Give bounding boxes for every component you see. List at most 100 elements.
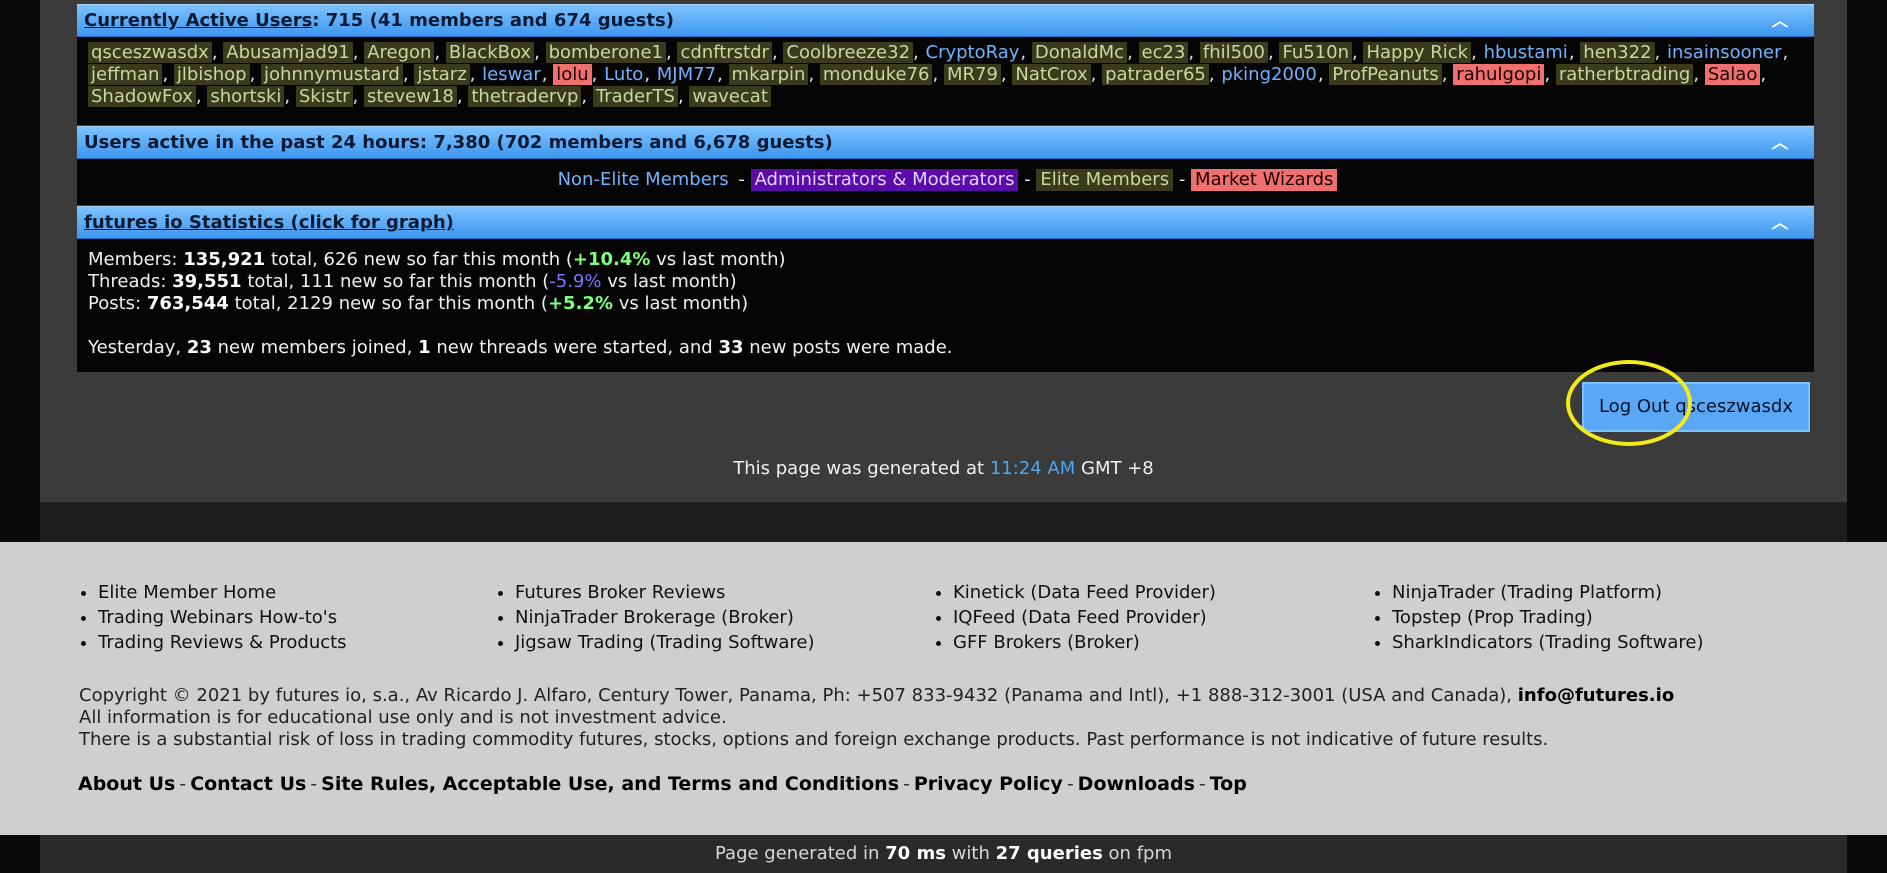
footer-link[interactable]: Trading Reviews & Products	[98, 630, 347, 655]
page-generation-bar: Page generated in 70 ms with 27 queries …	[40, 835, 1847, 873]
link-separator: -	[179, 773, 187, 795]
footer-link[interactable]: NinjaTrader (Trading Platform)	[1392, 580, 1703, 605]
footer-link[interactable]: Kinetick (Data Feed Provider)	[953, 580, 1216, 605]
footer-bottom-link[interactable]: About Us	[78, 773, 175, 795]
user-link[interactable]: wavecat	[689, 86, 771, 107]
user-separator: ,	[402, 64, 409, 85]
user-separator: ,	[1471, 42, 1477, 63]
footer-bottom-link[interactable]: Privacy Policy	[914, 773, 1063, 795]
footer-link[interactable]: GFF Brokers (Broker)	[953, 630, 1216, 655]
footer-link[interactable]: IQFeed (Data Feed Provider)	[953, 605, 1216, 630]
chevron-up-icon[interactable]: ︿	[1770, 207, 1790, 238]
active-users-link[interactable]: Currently Active Users	[84, 10, 312, 31]
user-link[interactable]: hbustami	[1483, 42, 1569, 63]
user-link[interactable]: jstarz	[414, 64, 470, 85]
user-separator: ,	[352, 86, 359, 107]
chevron-up-icon[interactable]: ︿	[1770, 5, 1790, 36]
footer-bottom-link[interactable]: Contact Us	[190, 773, 306, 795]
user-link[interactable]: MJM77	[656, 64, 717, 85]
user-link[interactable]: insainsooner	[1666, 42, 1783, 63]
user-link[interactable]: jeffman	[88, 64, 163, 85]
user-link[interactable]: monduke76	[819, 64, 933, 85]
user-link[interactable]: jlbishop	[173, 64, 250, 85]
footer-column-3: Kinetick (Data Feed Provider)IQFeed (Dat…	[933, 580, 1216, 655]
user-link[interactable]: thetradervp	[468, 86, 582, 107]
user-link[interactable]: hen322	[1580, 42, 1655, 63]
chevron-up-icon[interactable]: ︿	[1770, 127, 1790, 158]
user-link[interactable]: ec23	[1138, 42, 1189, 63]
user-link[interactable]: shortski	[207, 86, 285, 107]
user-separator: ,	[1267, 42, 1274, 63]
user-separator: ,	[211, 42, 218, 63]
user-separator: ,	[808, 64, 815, 85]
user-link[interactable]: mkarpin	[728, 64, 809, 85]
footer-link[interactable]: Elite Member Home	[98, 580, 347, 605]
user-link[interactable]: BlackBox	[445, 42, 535, 63]
footer-link[interactable]: Jigsaw Trading (Trading Software)	[515, 630, 815, 655]
footer-link[interactable]: Futures Broker Reviews	[515, 580, 815, 605]
stats-graph-link[interactable]: futures io Statistics (click for graph)	[84, 212, 454, 233]
gen-ms: 70 ms	[885, 843, 946, 864]
footer-bottom-link[interactable]: Downloads	[1078, 773, 1195, 795]
footer-link[interactable]: SharkIndicators (Trading Software)	[1392, 630, 1703, 655]
footer-link[interactable]: Trading Webinars How-to's	[98, 605, 347, 630]
user-link[interactable]: qsceszwasdx	[88, 42, 212, 63]
posts-change: +5.2%	[547, 293, 613, 314]
user-link[interactable]: pking2000	[1220, 64, 1318, 85]
user-link[interactable]: NatCrox	[1012, 64, 1091, 85]
threads-total: 39,551	[172, 271, 242, 292]
link-separator: -	[310, 773, 318, 795]
user-link[interactable]: stevew18	[364, 86, 457, 107]
user-link[interactable]: Happy Rick	[1363, 42, 1472, 63]
user-separator: ,	[434, 42, 441, 63]
legend-separator: -	[738, 169, 745, 190]
user-link[interactable]: patrader65	[1102, 64, 1209, 85]
user-link[interactable]: johnnymustard	[261, 64, 403, 85]
user-link[interactable]: Coolbreeze32	[783, 42, 914, 63]
user-separator: ,	[1544, 64, 1551, 85]
logout-button[interactable]: Log Out qsceszwasdx	[1582, 382, 1810, 432]
user-separator: ,	[469, 64, 476, 85]
footer-link[interactable]: Topstep (Prop Trading)	[1392, 605, 1703, 630]
user-link[interactable]: ShadowFox	[88, 86, 196, 107]
legend-non-elite: Non-Elite Members	[557, 169, 729, 190]
user-link[interactable]: CryptoRay	[925, 42, 1021, 63]
link-separator: -	[1066, 773, 1074, 795]
user-separator: ,	[456, 86, 463, 107]
user-link[interactable]: Aregon	[364, 42, 435, 63]
user-separator: ,	[1090, 64, 1097, 85]
user-separator: ,	[591, 64, 598, 85]
user-link[interactable]: MR79	[943, 64, 1001, 85]
footer-bottom-link[interactable]: Site Rules, Acceptable Use, and Terms an…	[321, 773, 899, 795]
user-separator: ,	[1127, 42, 1133, 63]
legend-separator: -	[1024, 169, 1031, 190]
user-link[interactable]: DonaldMc	[1031, 42, 1128, 63]
user-separator: ,	[1020, 42, 1027, 63]
user-link[interactable]: Skistr	[295, 86, 353, 107]
user-link[interactable]: cdnftrstdr	[677, 42, 772, 63]
members-change: +10.4%	[572, 249, 651, 270]
gen-queries: 27 queries	[995, 843, 1103, 864]
stats-threads-line: Threads: 39,551 total, 111 new so far th…	[88, 271, 737, 292]
user-link[interactable]: TraderTS	[592, 86, 678, 107]
user-separator: ,	[932, 64, 939, 85]
user-link[interactable]: fhil500	[1199, 42, 1268, 63]
user-link[interactable]: Salao	[1704, 64, 1761, 85]
user-link[interactable]: leswar	[481, 64, 542, 85]
user-separator: ,	[195, 86, 202, 107]
user-link[interactable]: Abusamjad91	[223, 42, 353, 63]
user-link[interactable]: ratherbtrading	[1555, 64, 1694, 85]
user-link[interactable]: rahulgopi	[1453, 64, 1545, 85]
user-link[interactable]: bomberone1	[545, 42, 666, 63]
user-link[interactable]: ProfPeanuts	[1329, 64, 1442, 85]
footer-bottom-link[interactable]: Top	[1210, 773, 1247, 795]
members-total: 135,921	[183, 249, 266, 270]
user-link[interactable]: lolu	[553, 64, 592, 85]
user-link[interactable]: Luto	[603, 64, 644, 85]
email-link[interactable]: info@futures.io	[1518, 685, 1674, 706]
legend-elite: Elite Members	[1036, 169, 1174, 191]
user-link[interactable]: Fu510n	[1279, 42, 1352, 63]
footer-link[interactable]: NinjaTrader Brokerage (Broker)	[515, 605, 815, 630]
user-separator: ,	[1693, 64, 1700, 85]
risk-disclaimer: There is a substantial risk of loss in t…	[79, 729, 1549, 750]
